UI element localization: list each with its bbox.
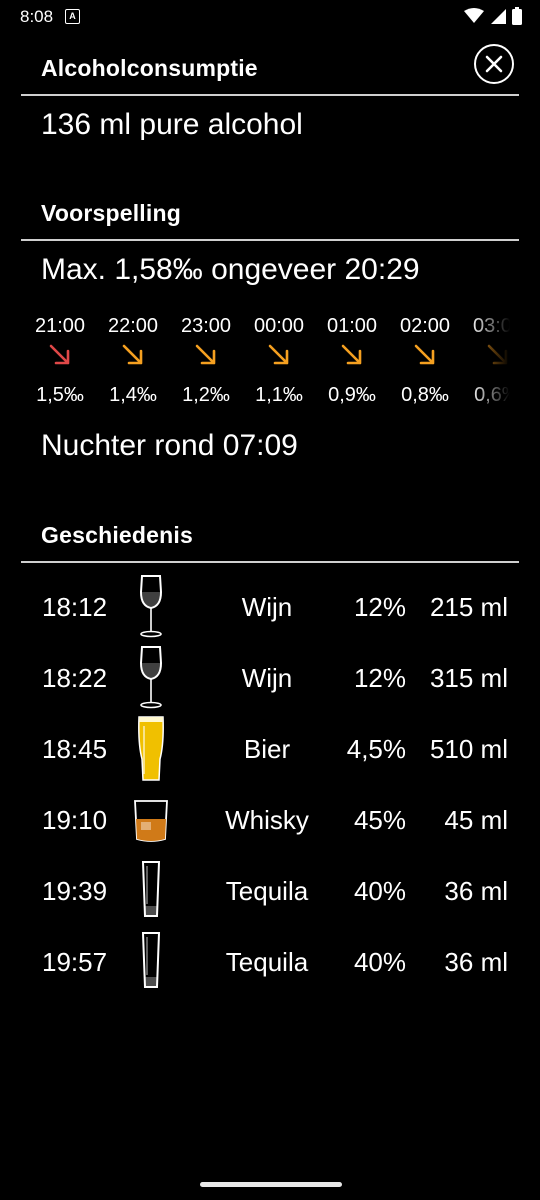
wifi-icon — [464, 8, 484, 23]
forecast-value: 1,4‰ — [109, 384, 157, 406]
drink-percent: 12% — [353, 592, 406, 622]
close-button[interactable] — [474, 44, 514, 84]
drink-volume: 36 ml — [444, 947, 508, 977]
forecast-value: 0,8‰ — [401, 384, 449, 406]
drink-name: Tequila — [225, 876, 309, 906]
history-row[interactable]: 19:57 Tequila 40% 36 ml — [0, 927, 540, 998]
drink-volume: 315 ml — [429, 663, 508, 693]
forecast-item: 00:00 1,1‰ — [243, 312, 315, 410]
divider — [21, 94, 519, 96]
drink-volume: 36 ml — [444, 876, 508, 906]
shot-glass-icon — [131, 927, 171, 998]
trend-down-icon — [243, 342, 315, 378]
drink-volume: 510 ml — [429, 734, 508, 764]
drink-volume: 215 ml — [429, 592, 508, 622]
trend-down-icon — [389, 342, 461, 378]
drink-time: 19:57 — [42, 947, 108, 977]
home-indicator[interactable] — [200, 1182, 342, 1187]
drink-time: 18:12 — [42, 592, 108, 622]
wine-glass-icon — [131, 643, 171, 714]
whisky-glass-icon — [131, 785, 171, 856]
forecast-time: 22:00 — [107, 315, 159, 337]
drink-percent: 40% — [353, 876, 406, 906]
forecast-max: Max. 1,58‰ ongeveer 20:29 — [41, 253, 420, 286]
forecast-item: 23:00 1,2‰ — [170, 312, 242, 410]
drink-time: 18:45 — [42, 734, 108, 764]
status-time: 8:08 — [20, 7, 54, 26]
drink-name: Tequila — [225, 947, 309, 977]
close-icon — [485, 55, 503, 73]
status-icons — [464, 7, 522, 25]
forecast-time: 00:00 — [253, 315, 305, 337]
trend-down-icon — [30, 342, 96, 378]
history-row[interactable]: 18:12 Wijn 12% 215 ml — [0, 572, 540, 643]
drink-time: 19:39 — [42, 876, 108, 906]
notification-icon: A — [65, 9, 80, 24]
divider — [21, 561, 519, 563]
drink-name: Whisky — [225, 805, 309, 835]
history-row[interactable]: 18:22 Wijn 12% 315 ml — [0, 643, 540, 714]
forecast-item: 02:00 0,8‰ — [389, 312, 461, 410]
forecast-time: 01:00 — [326, 315, 378, 337]
drink-percent: 45% — [353, 805, 406, 835]
status-bar: 8:08 A — [0, 0, 540, 32]
drink-name: Wijn — [241, 592, 293, 622]
drink-name: Wijn — [241, 663, 293, 693]
forecast-value: 0,9‰ — [328, 384, 376, 406]
drink-time: 19:10 — [42, 805, 108, 835]
consumption-total: 136 ml pure alcohol — [41, 108, 303, 141]
sober-time: Nuchter rond 07:09 — [41, 429, 298, 462]
forecast-value: 1,1‰ — [255, 384, 303, 406]
forecast-value: 1,2‰ — [182, 384, 230, 406]
drink-time: 18:22 — [42, 663, 108, 693]
wine-glass-icon — [131, 572, 171, 643]
page-title: Alcoholconsumptie — [41, 55, 258, 81]
drink-percent: 4,5% — [346, 734, 406, 764]
forecast-item: 21:00 1,5‰ — [30, 312, 96, 410]
forecast-timeline[interactable]: 21:00 1,5‰ 22:00 1,4‰ 23:00 1,2‰ 00:00 1,1‰ 01:0… — [30, 312, 510, 412]
battery-icon — [512, 7, 522, 25]
history-row[interactable]: 19:10 Whisky 45% 45 ml — [0, 785, 540, 856]
drink-volume: 45 ml — [444, 805, 508, 835]
drink-percent: 40% — [353, 947, 406, 977]
divider — [21, 239, 519, 241]
beer-glass-icon — [131, 714, 171, 785]
trend-down-icon — [316, 342, 388, 378]
history-title: Geschiedenis — [41, 522, 193, 548]
forecast-title: Voorspelling — [41, 200, 181, 226]
forecast-time: 23:00 — [180, 315, 232, 337]
forecast-value: 1,5‰ — [36, 384, 84, 406]
history-row[interactable]: 19:39 Tequila 40% 36 ml — [0, 856, 540, 927]
forecast-item: 22:00 1,4‰ — [97, 312, 169, 410]
shot-glass-icon — [131, 856, 171, 927]
trend-down-icon — [170, 342, 242, 378]
drink-name: Bier — [243, 734, 291, 764]
history-row[interactable]: 18:45 Bier 4,5% 510 ml — [0, 714, 540, 785]
drink-percent: 12% — [353, 663, 406, 693]
forecast-time: 21:00 — [34, 315, 86, 337]
forecast-item: 01:00 0,9‰ — [316, 312, 388, 410]
trend-down-icon — [97, 342, 169, 378]
signal-icon — [491, 9, 506, 24]
forecast-time: 02:00 — [399, 315, 451, 337]
fade-overlay — [470, 312, 510, 412]
